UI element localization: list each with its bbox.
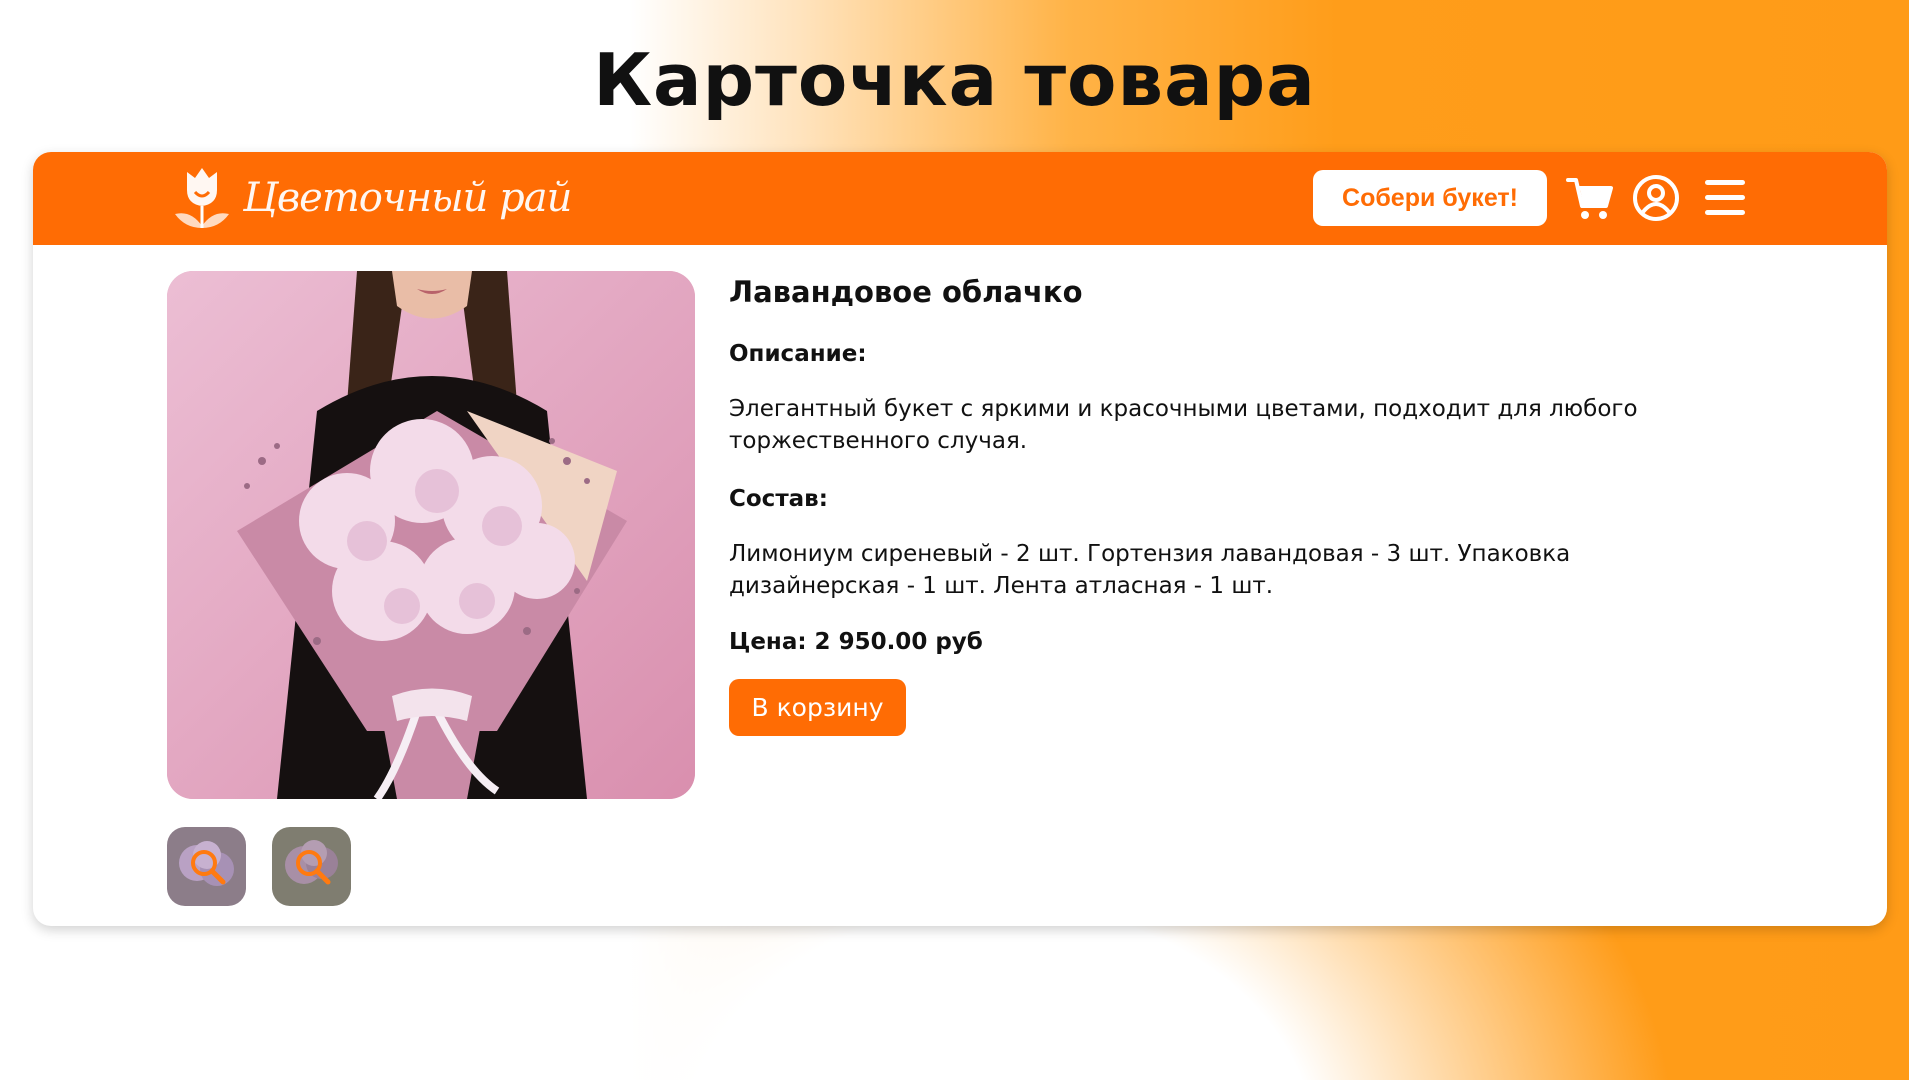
logo-text: Цветочный рай — [243, 175, 572, 221]
description-text: Элегантный букет с яркими и красочными ц… — [729, 396, 1638, 454]
thumbnail-image — [167, 827, 246, 906]
product-title: Лавандовое облачко — [729, 275, 1083, 309]
product-page-window: Цветочный рай Собери букет! Лавандовое о… — [33, 152, 1887, 926]
menu-icon[interactable] — [1703, 174, 1747, 222]
build-bouquet-button[interactable]: Собери букет! — [1313, 170, 1547, 226]
add-to-cart-button[interactable]: В корзину — [729, 679, 906, 736]
product-price: Цена: 2 950.00 руб — [729, 629, 983, 655]
user-icon[interactable] — [1632, 174, 1680, 222]
site-logo[interactable]: Цветочный рай — [171, 164, 572, 232]
slide-title: Карточка товара — [593, 38, 1316, 122]
description-label: Описание: — [729, 341, 867, 367]
site-header: Цветочный рай Собери букет! — [33, 152, 1887, 245]
product-main-photo — [167, 271, 695, 799]
composition-label: Состав: — [729, 486, 828, 512]
thumbnail-image — [272, 827, 351, 906]
bouquet-photo-illustration — [167, 271, 695, 799]
tulip-logo-icon — [175, 168, 229, 228]
product-info: Лавандовое облачко Описание: Элегантный … — [729, 272, 1689, 736]
thumbnail-2[interactable] — [272, 827, 351, 906]
composition-text: Лимониум сиреневый - 2 шт. Гортензия лав… — [729, 541, 1571, 599]
cart-icon[interactable] — [1566, 174, 1614, 222]
thumbnail-1[interactable] — [167, 827, 246, 906]
